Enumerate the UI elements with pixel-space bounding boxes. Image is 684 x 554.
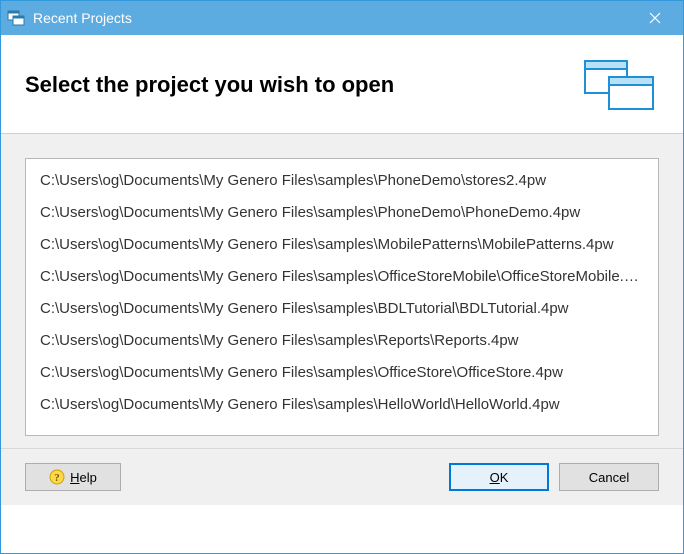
cancel-label: Cancel <box>589 470 629 485</box>
dialog-body: C:\Users\og\Documents\My Genero Files\sa… <box>1 134 683 448</box>
close-button[interactable] <box>635 1 675 35</box>
list-item[interactable]: C:\Users\og\Documents\My Genero Files\sa… <box>30 389 654 421</box>
list-item[interactable]: C:\Users\og\Documents\My Genero Files\sa… <box>30 229 654 261</box>
close-icon <box>649 12 661 24</box>
svg-text:?: ? <box>54 472 60 484</box>
ok-label: OK <box>490 470 509 485</box>
window-title: Recent Projects <box>33 10 635 26</box>
page-heading: Select the project you wish to open <box>25 72 579 98</box>
ok-button[interactable]: OK <box>449 463 549 491</box>
dialog-footer: ? Help OK Cancel <box>1 448 683 505</box>
help-label: Help <box>70 470 97 485</box>
recent-projects-list[interactable]: C:\Users\og\Documents\My Genero Files\sa… <box>25 158 659 436</box>
app-icon <box>7 9 25 27</box>
list-item[interactable]: C:\Users\og\Documents\My Genero Files\sa… <box>30 293 654 325</box>
list-item[interactable]: C:\Users\og\Documents\My Genero Files\sa… <box>30 261 654 293</box>
list-item[interactable]: C:\Users\og\Documents\My Genero Files\sa… <box>30 197 654 229</box>
titlebar: Recent Projects <box>1 1 683 35</box>
dialog-header: Select the project you wish to open <box>1 35 683 134</box>
help-button[interactable]: ? Help <box>25 463 121 491</box>
cancel-button[interactable]: Cancel <box>559 463 659 491</box>
list-item[interactable]: C:\Users\og\Documents\My Genero Files\sa… <box>30 325 654 357</box>
projects-icon <box>579 57 659 113</box>
list-item[interactable]: C:\Users\og\Documents\My Genero Files\sa… <box>30 165 654 197</box>
list-item[interactable]: C:\Users\og\Documents\My Genero Files\sa… <box>30 357 654 389</box>
help-icon: ? <box>49 469 65 485</box>
